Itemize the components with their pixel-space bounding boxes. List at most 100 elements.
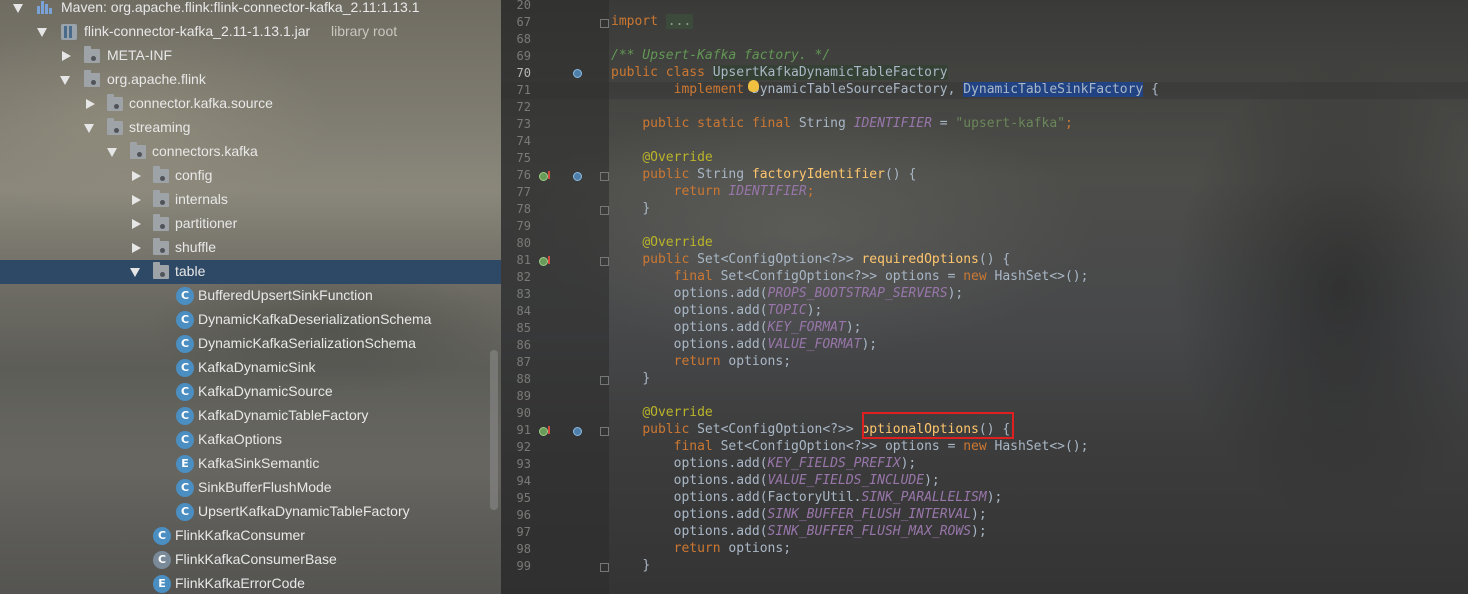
tree-row-streaming[interactable]: streaming xyxy=(0,116,501,140)
code-line[interactable]: return options; xyxy=(611,541,791,558)
code-line[interactable]: return options; xyxy=(611,354,791,371)
code-line[interactable]: @Override xyxy=(611,235,712,252)
tree-row-class[interactable]: C KafkaDynamicSink xyxy=(0,356,501,380)
chevron-down-icon[interactable] xyxy=(37,28,47,37)
tree-row-internals[interactable]: internals xyxy=(0,188,501,212)
code-line[interactable]: } xyxy=(611,558,650,575)
code-line[interactable]: options.add(KEY_FORMAT); xyxy=(611,320,862,337)
code-line[interactable]: return IDENTIFIER; xyxy=(611,184,815,201)
code-line[interactable]: public String factoryIdentifier() { xyxy=(611,167,916,184)
line-number: 89 xyxy=(516,389,531,403)
tree-row-class[interactable]: C SinkBufferFlushMode xyxy=(0,476,501,500)
tree-row-jar[interactable]: flink-connector-kafka_2.11-1.13.1.jar li… xyxy=(0,20,501,44)
tree-row-class[interactable]: E FlinkKafkaErrorCode xyxy=(0,572,501,594)
tree-row-table[interactable]: table xyxy=(0,260,501,284)
tree-row-class[interactable]: C UpsertKafkaDynamicTableFactory xyxy=(0,500,501,524)
code-line[interactable]: options.add(VALUE_FIELDS_INCLUDE); xyxy=(611,473,940,490)
tree-row-class[interactable]: C KafkaDynamicSource xyxy=(0,380,501,404)
chevron-down-icon[interactable] xyxy=(107,148,117,157)
implements-icon[interactable] xyxy=(573,69,582,78)
selected-text: DynamicTableSinkFactory xyxy=(963,82,1144,97)
chevron-down-icon[interactable] xyxy=(84,124,94,133)
code-line[interactable]: options.add(KEY_FIELDS_PREFIX); xyxy=(611,456,917,473)
code-line[interactable]: options.add(PROPS_BOOTSTRAP_SERVERS); xyxy=(611,286,964,303)
line-number: 87 xyxy=(516,355,531,369)
tree-row-maven-root[interactable]: Maven: org.apache.flink:flink-connector-… xyxy=(0,0,501,20)
tree-row-connector-kafka-source[interactable]: connector.kafka.source xyxy=(0,92,501,116)
line-number: 97 xyxy=(516,525,531,539)
fold-marker-icon[interactable] xyxy=(600,172,609,181)
code-line[interactable]: options.add(VALUE_FORMAT); xyxy=(611,337,878,354)
fold-marker-icon[interactable] xyxy=(600,427,609,436)
code-line[interactable]: public static final String IDENTIFIER = … xyxy=(611,116,1073,133)
class-icon: C xyxy=(176,311,194,329)
fold-marker-icon[interactable] xyxy=(600,563,609,572)
chevron-down-icon[interactable] xyxy=(13,4,23,13)
line-number: 72 xyxy=(516,100,531,114)
code-line[interactable]: /** Upsert-Kafka factory. */ xyxy=(611,48,830,65)
tree-row-class[interactable]: C DynamicKafkaDeserializationSchema xyxy=(0,308,501,332)
tree-label: config xyxy=(175,167,213,183)
code-editor[interactable]: 20 67 68 69 70 71 72 73 74 75 76 77 78 79 80 81 82 83 84 85… xyxy=(501,0,1468,594)
code-line[interactable]: options.add(TOPIC); xyxy=(611,303,823,320)
code-line[interactable]: options.add(FactoryUtil.SINK_PARALLELISM… xyxy=(611,490,1003,507)
line-number: 91 xyxy=(516,423,531,437)
code-line[interactable]: } xyxy=(611,371,650,388)
fold-marker-icon[interactable] xyxy=(600,257,609,266)
code-line[interactable]: options.add(SINK_BUFFER_FLUSH_MAX_ROWS); xyxy=(611,524,987,541)
tree-row-connectors-kafka[interactable]: connectors.kafka xyxy=(0,140,501,164)
tree-row-class[interactable]: C KafkaOptions xyxy=(0,428,501,452)
chevron-down-icon[interactable] xyxy=(130,268,140,277)
code-line[interactable]: options.add(SINK_BUFFER_FLUSH_INTERVAL); xyxy=(611,507,987,524)
code-line[interactable]: final Set<ConfigOption<?>> options = new… xyxy=(611,439,1089,456)
tree-row-class[interactable]: C BufferedUpsertSinkFunction xyxy=(0,284,501,308)
code-line[interactable]: final Set<ConfigOption<?>> options = new… xyxy=(611,269,1089,286)
line-number: 68 xyxy=(516,32,531,46)
chevron-down-icon[interactable] xyxy=(60,76,70,85)
class-icon: C xyxy=(176,503,194,521)
code-line[interactable]: implement DynamicTableSourceFactory, Dyn… xyxy=(611,82,1159,99)
implements-icon[interactable] xyxy=(573,172,582,181)
code-line[interactable]: public Set<ConfigOption<?>> requiredOpti… xyxy=(611,252,1010,269)
tree-scrollbar[interactable] xyxy=(490,350,498,510)
lightbulb-intention-icon[interactable] xyxy=(748,80,759,92)
tree-row-class[interactable]: C DynamicKafkaSerializationSchema xyxy=(0,332,501,356)
code-line[interactable]: } xyxy=(611,201,650,218)
fold-marker-icon[interactable] xyxy=(600,376,609,385)
tree-row-class[interactable]: C FlinkKafkaConsumerBase xyxy=(0,548,501,572)
tree-row-partitioner[interactable]: partitioner xyxy=(0,212,501,236)
chevron-right-icon[interactable] xyxy=(86,99,95,109)
tree-row-config[interactable]: config xyxy=(0,164,501,188)
fold-marker-icon[interactable] xyxy=(600,19,609,28)
line-number: 71 xyxy=(516,83,531,97)
class-icon: C xyxy=(176,407,194,425)
tree-row-class[interactable]: C FlinkKafkaConsumer xyxy=(0,524,501,548)
package-folder-icon xyxy=(130,142,146,159)
code-line[interactable]: import ... xyxy=(611,14,694,31)
tree-row-class[interactable]: E KafkaSinkSemantic xyxy=(0,452,501,476)
tree-label: table xyxy=(175,263,206,279)
overrides-icon[interactable] xyxy=(539,172,548,181)
chevron-right-icon[interactable] xyxy=(62,51,71,61)
chevron-right-icon[interactable] xyxy=(132,171,141,181)
line-number: 90 xyxy=(516,406,531,420)
tree-row-meta-inf[interactable]: META-INF xyxy=(0,44,501,68)
code-line[interactable]: public class UpsertKafkaDynamicTableFact… xyxy=(611,65,948,82)
fold-marker-icon[interactable] xyxy=(600,206,609,215)
implements-icon[interactable] xyxy=(573,427,582,436)
overrides-icon[interactable] xyxy=(539,427,548,436)
tree-label: UpsertKafkaDynamicTableFactory xyxy=(198,503,410,519)
folded-imports[interactable]: ... xyxy=(665,14,694,29)
code-line[interactable]: @Override xyxy=(611,150,712,167)
tree-label: KafkaDynamicSource xyxy=(198,383,333,399)
chevron-right-icon[interactable] xyxy=(132,243,141,253)
chevron-right-icon[interactable] xyxy=(132,195,141,205)
tree-row-shuffle[interactable]: shuffle xyxy=(0,236,501,260)
tree-row-org-apache-flink[interactable]: org.apache.flink xyxy=(0,68,501,92)
overrides-icon[interactable] xyxy=(539,257,548,266)
chevron-right-icon[interactable] xyxy=(132,219,141,229)
tree-row-class[interactable]: C KafkaDynamicTableFactory xyxy=(0,404,501,428)
code-line[interactable]: @Override xyxy=(611,405,712,422)
line-number: 20 xyxy=(516,0,531,12)
override-up-arrow-icon xyxy=(548,256,550,264)
